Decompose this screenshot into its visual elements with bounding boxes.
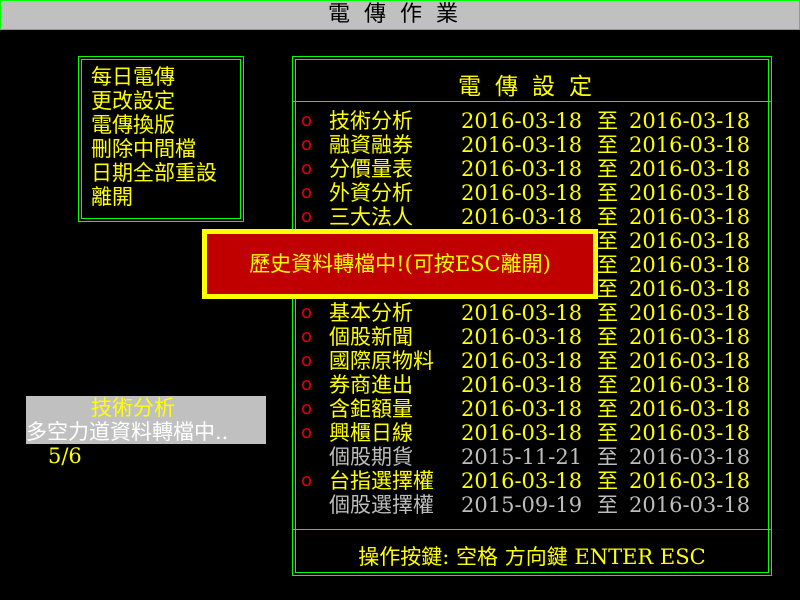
row-to-label: 至	[597, 253, 618, 277]
menu-item-reset-dates[interactable]: 日期全部重設	[91, 161, 217, 185]
row-start-date: 2016-03-18	[461, 349, 583, 373]
status-panel: 技術分析 多空力道資料轉檔中.. 5/6	[26, 396, 266, 468]
row-start-date: 2016-03-18	[461, 133, 583, 157]
row-to-label: 至	[597, 421, 618, 445]
row-to-label: 至	[597, 157, 618, 181]
row-start-date: 2016-03-18	[461, 301, 583, 325]
menu-item-delete-temp[interactable]: 刪除中間檔	[91, 137, 217, 161]
check-mark-icon: o	[301, 398, 313, 419]
row-to-label: 至	[597, 325, 618, 349]
check-mark-icon: o	[301, 158, 313, 179]
check-mark-icon: o	[301, 470, 313, 491]
key-hint: 操作按鍵: 空格 方向鍵 ENTER ESC	[358, 545, 706, 569]
row-to-label: 至	[597, 349, 618, 373]
row-end-date: 2016-03-18	[629, 421, 751, 445]
row-to-label: 至	[597, 373, 618, 397]
conversion-dialog: 歷史資料轉檔中!(可按ESC離開)	[202, 229, 598, 299]
row-to-label: 至	[597, 397, 618, 421]
row-name: 個股選擇權	[329, 493, 434, 517]
check-mark-icon: o	[301, 326, 313, 347]
window-title: 電傳作業	[0, 0, 800, 30]
row-to-label: 至	[597, 109, 618, 133]
check-mark-icon: o	[301, 206, 313, 227]
row-start-date: 2016-03-18	[461, 109, 583, 133]
check-mark-icon: o	[301, 134, 313, 155]
row-to-label: 至	[597, 229, 618, 253]
check-mark-icon: o	[301, 182, 313, 203]
row-to-label: 至	[597, 277, 618, 301]
row-to-label: 至	[597, 445, 618, 469]
settings-divider	[293, 101, 771, 102]
row-name: 券商進出	[329, 373, 413, 397]
menu-item-change-settings[interactable]: 更改設定	[91, 89, 217, 113]
row-name: 個股期貨	[329, 445, 413, 469]
row-end-date: 2016-03-18	[629, 205, 751, 229]
row-to-label: 至	[597, 205, 618, 229]
check-mark-icon: o	[301, 302, 313, 323]
row-end-date: 2016-03-18	[629, 397, 751, 421]
row-end-date: 2016-03-18	[629, 373, 751, 397]
settings-panel: 電傳設定 o 技術分析 2016-03-18 至 2016-03-18 o 融資融券 2016…	[292, 56, 772, 576]
row-to-label: 至	[597, 181, 618, 205]
row-start-date: 2016-03-18	[461, 421, 583, 445]
row-name: 外資分析	[329, 181, 413, 205]
main-menu: 每日電傳 更改設定 電傳換版 刪除中間檔 日期全部重設 離開	[78, 56, 244, 222]
menu-item-exit[interactable]: 離開	[91, 185, 217, 209]
row-end-date: 2016-03-18	[629, 109, 751, 133]
row-end-date: 2016-03-18	[629, 349, 751, 373]
row-start-date: 2016-03-18	[461, 325, 583, 349]
check-mark-icon: o	[301, 374, 313, 395]
row-name: 個股新聞	[329, 325, 413, 349]
dialog-message: 歷史資料轉檔中!(可按ESC離開)	[207, 234, 593, 294]
row-name: 國際原物料	[329, 349, 434, 373]
row-name: 融資融券	[329, 133, 413, 157]
row-end-date: 2016-03-18	[629, 301, 751, 325]
row-end-date: 2016-03-18	[629, 445, 751, 469]
row-start-date: 2016-03-18	[461, 397, 583, 421]
row-start-date: 2016-03-18	[461, 373, 583, 397]
row-end-date: 2016-03-18	[629, 253, 751, 277]
menu-item-version-change[interactable]: 電傳換版	[91, 113, 217, 137]
row-end-date: 2016-03-18	[629, 181, 751, 205]
row-end-date: 2016-03-18	[629, 469, 751, 493]
row-start-date: 2016-03-18	[461, 469, 583, 493]
row-name: 興櫃日線	[329, 421, 413, 445]
settings-divider-bottom	[293, 529, 771, 530]
row-end-date: 2016-03-18	[629, 325, 751, 349]
row-end-date: 2016-03-18	[629, 133, 751, 157]
row-start-date: 2016-03-18	[461, 157, 583, 181]
menu-item-daily-download[interactable]: 每日電傳	[91, 65, 217, 89]
row-end-date: 2016-03-18	[629, 277, 751, 301]
row-to-label: 至	[597, 469, 618, 493]
row-start-date: 2016-03-18	[461, 205, 583, 229]
row-start-date: 2016-03-18	[461, 181, 583, 205]
row-name: 三大法人	[329, 205, 413, 229]
settings-title: 電傳設定	[458, 74, 606, 100]
row-name: 技術分析	[329, 109, 413, 133]
check-mark-icon: o	[301, 422, 313, 443]
check-mark-icon: o	[301, 350, 313, 371]
status-message: 多空力道資料轉檔中..	[26, 420, 229, 444]
row-to-label: 至	[597, 301, 618, 325]
status-title: 技術分析	[91, 396, 175, 420]
row-name: 含鉅額量	[329, 397, 413, 421]
row-start-date: 2015-11-21	[461, 445, 583, 469]
row-end-date: 2016-03-18	[629, 493, 751, 517]
status-progress: 5/6	[48, 444, 82, 468]
check-mark-icon: o	[301, 110, 313, 131]
row-end-date: 2016-03-18	[629, 157, 751, 181]
row-to-label: 至	[597, 493, 618, 517]
row-start-date: 2015-09-19	[461, 493, 583, 517]
row-name: 分價量表	[329, 157, 413, 181]
row-name: 基本分析	[329, 301, 413, 325]
row-name: 台指選擇權	[329, 469, 434, 493]
row-end-date: 2016-03-18	[629, 229, 751, 253]
row-to-label: 至	[597, 133, 618, 157]
